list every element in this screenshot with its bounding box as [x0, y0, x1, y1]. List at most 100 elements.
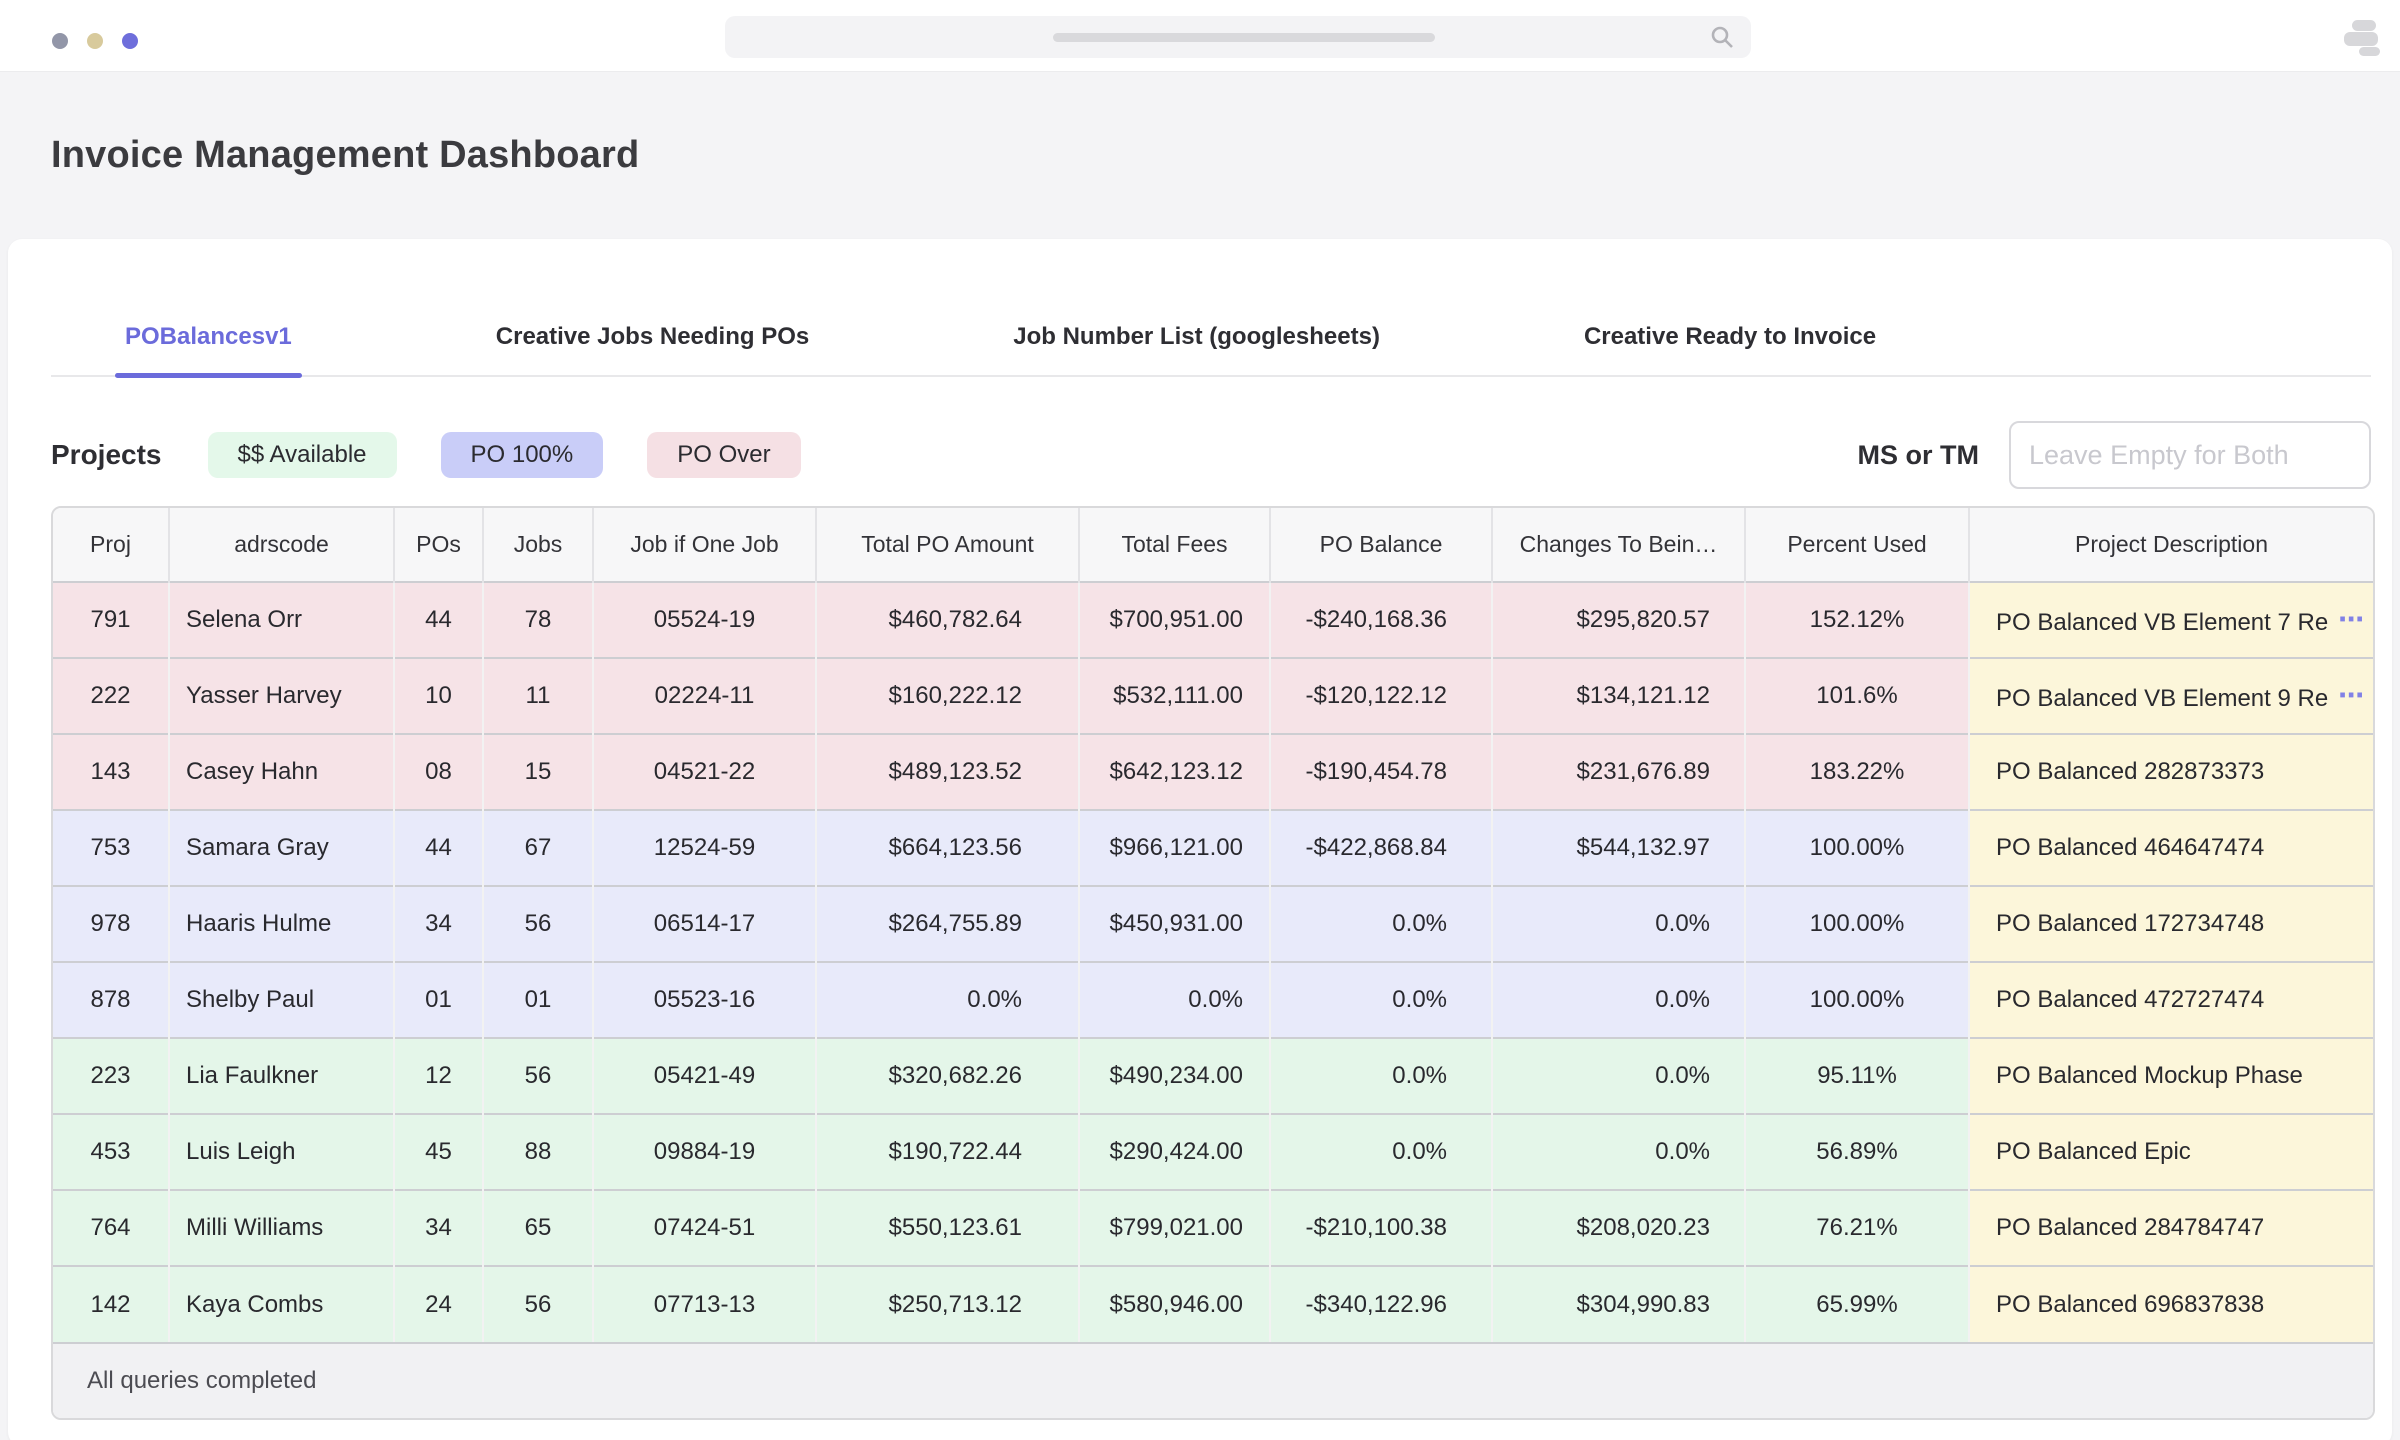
ellipsis-icon[interactable]: ⋯ — [2338, 604, 2362, 634]
cell-percent_used: 100.00% — [1745, 886, 1969, 962]
column-header-pos: POs — [394, 508, 483, 582]
cell-po_balance: -$240,168.36 — [1270, 582, 1492, 658]
cell-description: PO Balanced Mockup Phase — [1969, 1038, 2373, 1114]
ms-or-tm-input[interactable] — [2009, 421, 2371, 489]
cell-proj: 978 — [53, 886, 169, 962]
cell-jobs: 56 — [483, 1038, 593, 1114]
cell-job_if_one_job: 05523-16 — [593, 962, 816, 1038]
cell-jobs: 65 — [483, 1190, 593, 1266]
cell-description: PO Balanced 472727474 — [1969, 962, 2373, 1038]
cell-job_if_one_job: 07424-51 — [593, 1190, 816, 1266]
window-menu-icon[interactable] — [2344, 20, 2380, 52]
window-dot-indigo[interactable] — [122, 33, 138, 49]
cell-jobs: 01 — [483, 962, 593, 1038]
filter-chip-po-over[interactable]: PO Over — [647, 432, 800, 478]
cell-po_balance: -$210,100.38 — [1270, 1190, 1492, 1266]
cell-percent_used: 56.89% — [1745, 1114, 1969, 1190]
cell-description[interactable]: PO Balanced VB Element 9 Re⋯ — [1969, 658, 2373, 734]
column-header-description: Project Description — [1969, 508, 2373, 582]
table-row: 223Lia Faulkner125605421-49$320,682.26$4… — [53, 1038, 2373, 1114]
tab-pobalancesv1[interactable]: POBalancesv1 — [125, 323, 292, 375]
table-row: 878Shelby Paul010105523-160.0%0.0%0.0%0.… — [53, 962, 2373, 1038]
cell-job_if_one_job: 07713-13 — [593, 1266, 816, 1342]
cell-changes_to_being: $208,020.23 — [1492, 1190, 1745, 1266]
cell-total_po_amount: $460,782.64 — [816, 582, 1079, 658]
cell-job_if_one_job: 06514-17 — [593, 886, 816, 962]
cell-pos: 08 — [394, 734, 483, 810]
dashboard-card: POBalancesv1 Creative Jobs Needing POs Job… — [8, 239, 2392, 1440]
cell-po_balance: -$120,122.12 — [1270, 658, 1492, 734]
cell-job_if_one_job: 05421-49 — [593, 1038, 816, 1114]
column-header-total_fees: Total Fees — [1079, 508, 1270, 582]
cell-job_if_one_job: 05524-19 — [593, 582, 816, 658]
cell-adrscode: Milli Williams — [169, 1190, 394, 1266]
cell-description: PO Balanced Epic — [1969, 1114, 2373, 1190]
cell-po_balance: 0.0% — [1270, 1038, 1492, 1114]
column-header-changes_to_being: Changes To Bein… — [1492, 508, 1745, 582]
cell-changes_to_being: $231,676.89 — [1492, 734, 1745, 810]
cell-jobs: 56 — [483, 886, 593, 962]
column-header-total_po_amount: Total PO Amount — [816, 508, 1079, 582]
table-row: 453Luis Leigh458809884-19$190,722.44$290… — [53, 1114, 2373, 1190]
cell-po_balance: -$422,868.84 — [1270, 810, 1492, 886]
cell-adrscode: Samara Gray — [169, 810, 394, 886]
window-titlebar — [0, 0, 2400, 72]
filter-row: Projects $$ AvailablePO 100%PO Over MS o… — [51, 421, 2371, 489]
filter-chips: $$ Available PO 100% PO Over — [208, 432, 801, 478]
cell-changes_to_being: 0.0% — [1492, 962, 1745, 1038]
cell-proj: 753 — [53, 810, 169, 886]
search-icon[interactable] — [1709, 24, 1735, 50]
ellipsis-icon[interactable]: ⋯ — [2338, 680, 2362, 710]
cell-percent_used: 152.12% — [1745, 582, 1969, 658]
cell-proj: 223 — [53, 1038, 169, 1114]
tab-job-number-list-googlesheets[interactable]: Job Number List (googlesheets) — [1013, 323, 1380, 375]
cell-changes_to_being: $295,820.57 — [1492, 582, 1745, 658]
cell-pos: 34 — [394, 886, 483, 962]
ms-or-tm-label: MS or TM — [1858, 440, 1980, 471]
cell-changes_to_being: $304,990.83 — [1492, 1266, 1745, 1342]
table-row: 791Selena Orr447805524-19$460,782.64$700… — [53, 582, 2373, 658]
tab-creative-ready-to-invoice[interactable]: Creative Ready to Invoice — [1584, 323, 1876, 375]
table-row: 753Samara Gray446712524-59$664,123.56$96… — [53, 810, 2373, 886]
cell-percent_used: 101.6% — [1745, 658, 1969, 734]
cell-po_balance: 0.0% — [1270, 886, 1492, 962]
cell-total_fees: 0.0% — [1079, 962, 1270, 1038]
cell-percent_used: 100.00% — [1745, 962, 1969, 1038]
window-dot-gray[interactable] — [52, 33, 68, 49]
tab-creative-jobs-needing-pos[interactable]: Creative Jobs Needing POs — [496, 323, 809, 375]
filter-chip-po-100[interactable]: PO 100% — [441, 432, 604, 478]
cell-percent_used: 100.00% — [1745, 810, 1969, 886]
menu-bar-icon — [2359, 47, 2380, 56]
column-header-jobs: Jobs — [483, 508, 593, 582]
menu-bar-icon — [2344, 32, 2378, 46]
column-header-proj: Proj — [53, 508, 169, 582]
column-header-percent_used: Percent Used — [1745, 508, 1969, 582]
cell-changes_to_being: 0.0% — [1492, 1114, 1745, 1190]
cell-adrscode: Kaya Combs — [169, 1266, 394, 1342]
cell-adrscode: Selena Orr — [169, 582, 394, 658]
cell-total_po_amount: $550,123.61 — [816, 1190, 1079, 1266]
cell-po_balance: 0.0% — [1270, 962, 1492, 1038]
cell-total_fees: $532,111.00 — [1079, 658, 1270, 734]
window-dot-tan[interactable] — [87, 33, 103, 49]
cell-total_fees: $966,121.00 — [1079, 810, 1270, 886]
cell-adrscode: Shelby Paul — [169, 962, 394, 1038]
table-row: 978Haaris Hulme345606514-17$264,755.89$4… — [53, 886, 2373, 962]
cell-description[interactable]: PO Balanced VB Element 7 Re⋯ — [1969, 582, 2373, 658]
filter-chip-available[interactable]: $$ Available — [208, 432, 397, 478]
cell-total_fees: $490,234.00 — [1079, 1038, 1270, 1114]
cell-changes_to_being: 0.0% — [1492, 886, 1745, 962]
cell-job_if_one_job: 09884-19 — [593, 1114, 816, 1190]
cell-total_fees: $700,951.00 — [1079, 582, 1270, 658]
cell-changes_to_being: $134,121.12 — [1492, 658, 1745, 734]
cell-jobs: 67 — [483, 810, 593, 886]
address-bar[interactable] — [725, 16, 1751, 58]
cell-pos: 10 — [394, 658, 483, 734]
cell-job_if_one_job: 04521-22 — [593, 734, 816, 810]
cell-description: PO Balanced 464647474 — [1969, 810, 2373, 886]
cell-total_fees: $642,123.12 — [1079, 734, 1270, 810]
cell-po_balance: -$190,454.78 — [1270, 734, 1492, 810]
cell-pos: 24 — [394, 1266, 483, 1342]
cell-pos: 34 — [394, 1190, 483, 1266]
cell-adrscode: Luis Leigh — [169, 1114, 394, 1190]
